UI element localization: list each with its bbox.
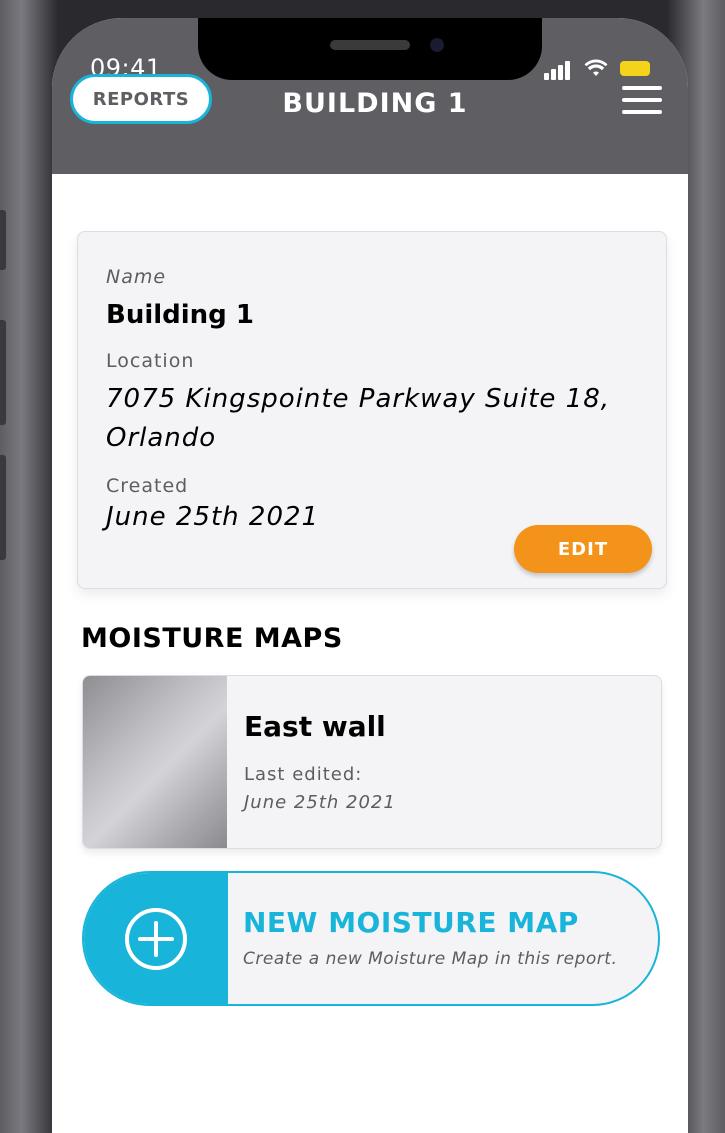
new-moisture-map-button[interactable]: NEW MOISTURE MAP Create a new Moisture M… [82,871,660,1006]
status-icons [544,58,664,82]
reports-back-button[interactable]: REPORTS [70,74,212,124]
building-info-card: Name Building 1 Location 7075 Kingspoint… [77,231,667,589]
page-title: BUILDING 1 [282,88,468,119]
app-screen: 09:41 REPORTS BUILDING 1 Name Building 1… [52,18,688,1133]
new-map-subtitle: Create a new Moisture Map in this report… [243,949,618,969]
speaker-grille [330,40,410,50]
phone-volume-up-button [0,320,6,425]
wifi-icon [584,59,608,76]
phone-frame: 09:41 REPORTS BUILDING 1 Name Building 1… [0,0,725,1133]
phone-notch [198,18,542,80]
new-map-title: NEW MOISTURE MAP [243,906,579,939]
moisture-map-thumbnail [83,676,227,848]
new-map-icon-area [84,873,228,1004]
building-name-value: Building 1 [106,300,254,330]
created-label: Created [106,475,189,497]
hamburger-menu-icon[interactable] [622,86,662,114]
edit-button[interactable]: EDIT [514,525,652,573]
moisture-map-item[interactable]: East wall Last edited: June 25th 2021 [82,675,662,849]
name-label: Name [106,266,167,288]
moisture-map-title: East wall [244,710,386,743]
front-camera [430,38,444,52]
phone-volume-down-button [0,455,6,560]
moisture-map-edited-label: Last edited: [244,764,363,785]
location-label: Location [106,350,195,372]
building-location-value: 7075 Kingspointe Parkway Suite 18, Orlan… [106,384,611,453]
moisture-map-edited-date: June 25th 2021 [244,792,396,813]
plus-circle-icon [125,908,187,970]
phone-side-button [0,210,6,270]
battery-icon [620,61,650,76]
building-created-value: June 25th 2021 [106,502,320,532]
app-header: 09:41 REPORTS BUILDING 1 [52,18,688,174]
moisture-maps-heading: MOISTURE MAPS [81,623,343,654]
